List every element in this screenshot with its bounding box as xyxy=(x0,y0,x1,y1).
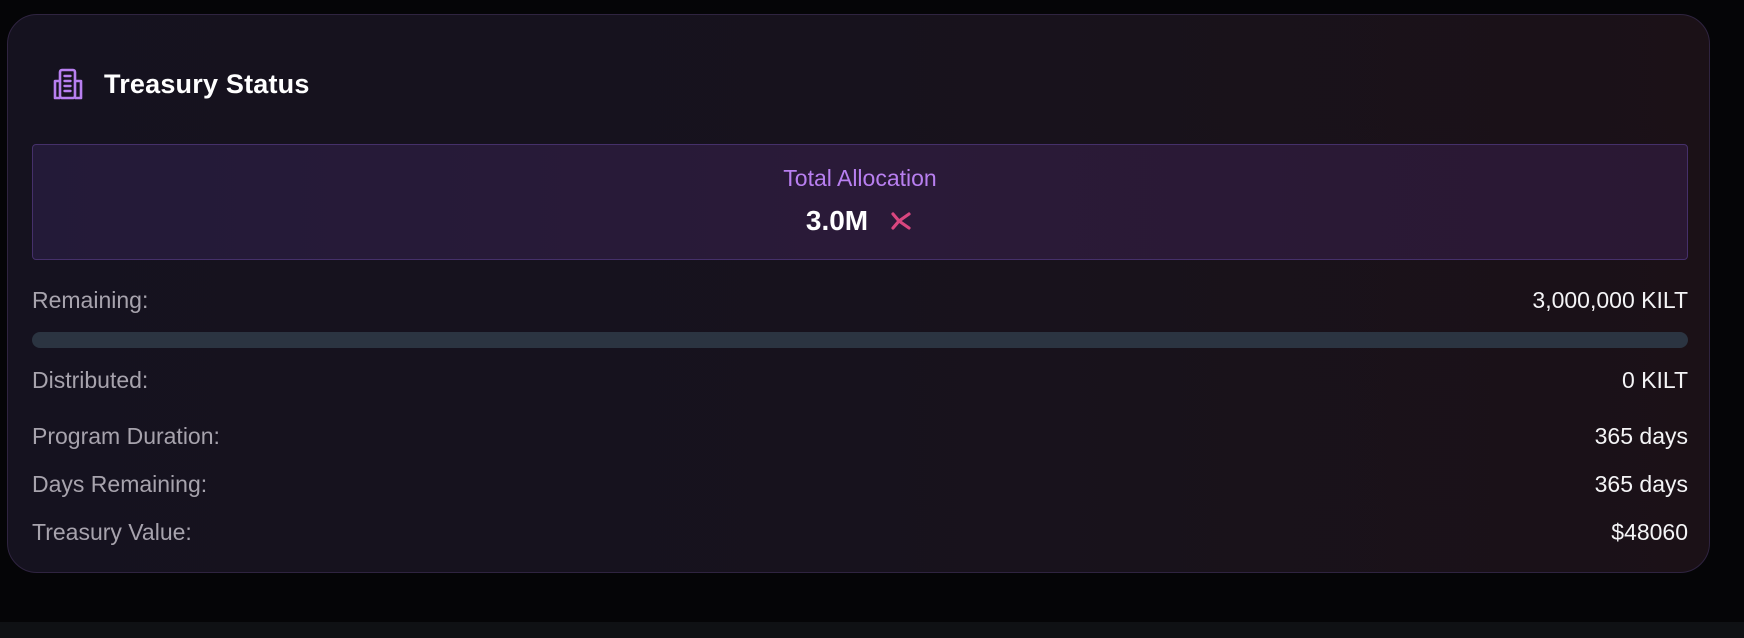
page-bottom-band xyxy=(0,622,1744,638)
distributed-row: Distributed: 0 KILT xyxy=(32,364,1688,396)
days-remaining-value: 365 days xyxy=(1594,470,1688,497)
program-duration-value: 365 days xyxy=(1594,422,1688,449)
remaining-label: Remaining: xyxy=(32,286,149,313)
days-remaining-row: Days Remaining: 365 days xyxy=(32,468,1688,500)
days-remaining-label: Days Remaining: xyxy=(32,470,208,497)
kilt-logo-icon xyxy=(888,208,914,234)
remaining-row: Remaining: 3,000,000 KILT xyxy=(32,284,1688,316)
total-allocation-label: Total Allocation xyxy=(783,165,937,191)
distributed-label: Distributed: xyxy=(32,366,149,393)
treasury-value-label: Treasury Value: xyxy=(32,518,192,545)
distribution-progress-bar xyxy=(32,332,1688,348)
building-icon xyxy=(50,66,86,102)
total-allocation-value-row: 3.0M xyxy=(33,205,1687,237)
card-title: Treasury Status xyxy=(104,68,310,99)
program-duration-row: Program Duration: 365 days xyxy=(32,420,1688,452)
distributed-value: 0 KILT xyxy=(1621,366,1688,393)
remaining-value: 3,000,000 KILT xyxy=(1532,286,1688,313)
program-duration-label: Program Duration: xyxy=(32,422,220,449)
treasury-value-value: $48060 xyxy=(1611,518,1688,545)
total-allocation-value: 3.0M xyxy=(805,205,869,236)
card-header: Treasury Status xyxy=(50,62,310,106)
total-allocation-panel: Total Allocation 3.0M xyxy=(32,144,1688,260)
treasury-value-row: Treasury Value: $48060 xyxy=(32,516,1688,548)
